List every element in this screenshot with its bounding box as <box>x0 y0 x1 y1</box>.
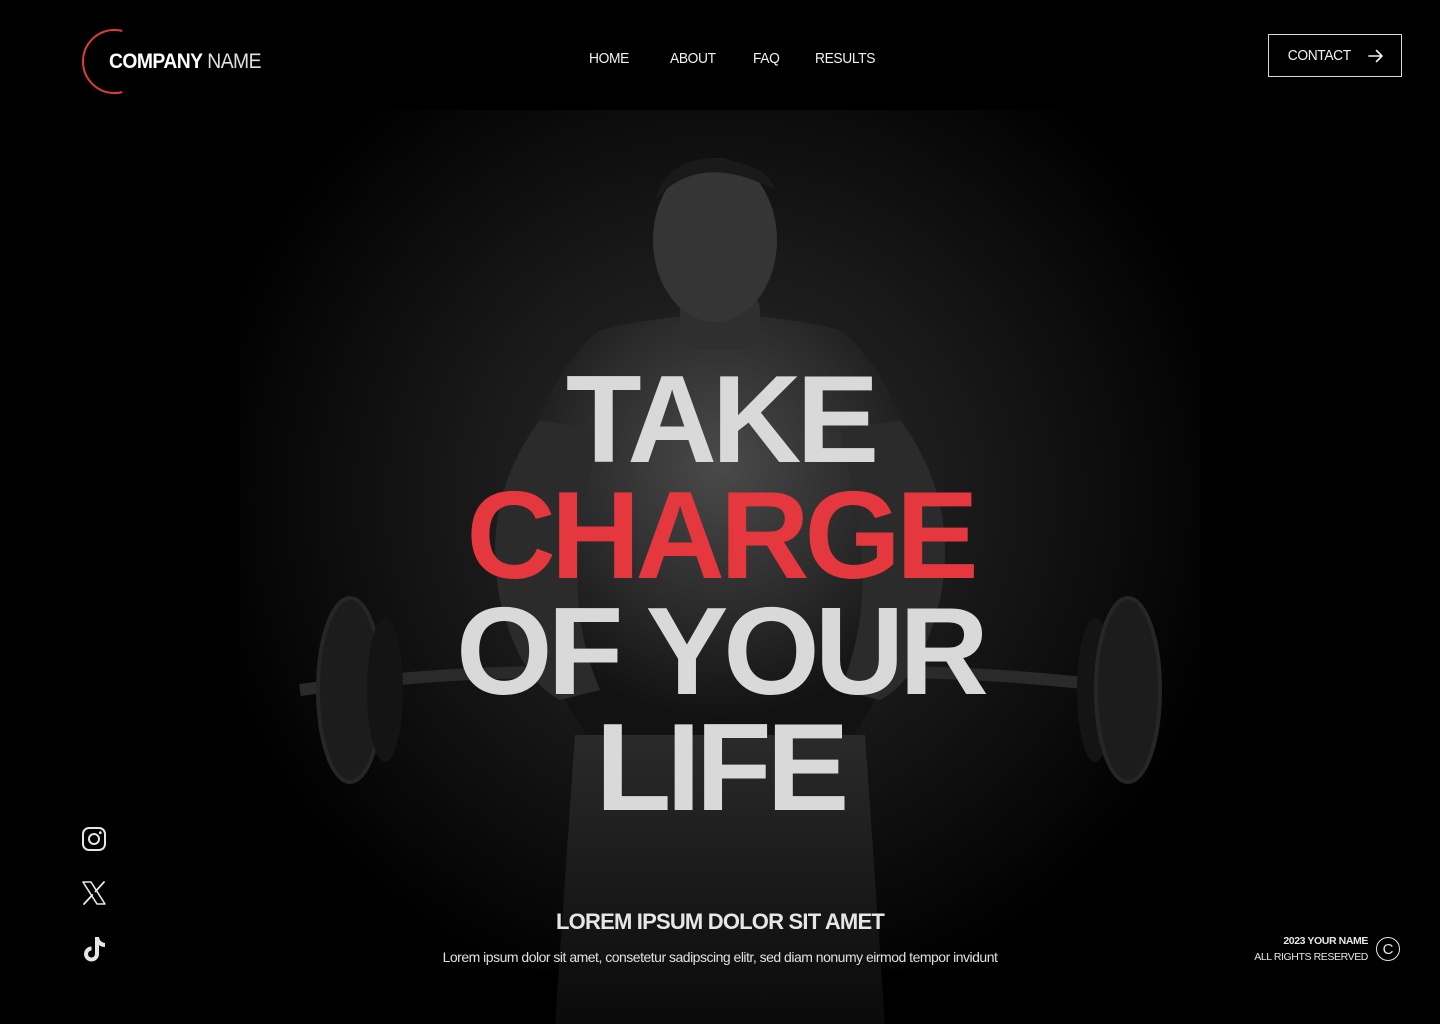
instagram-link[interactable] <box>80 825 108 853</box>
company-name-light: NAME <box>207 49 261 73</box>
copyright-rights: ALL RIGHTS RESERVED <box>1254 951 1368 963</box>
headline-line-1: TAKE <box>565 351 879 489</box>
x-link[interactable] <box>80 879 108 907</box>
nav-home[interactable]: HOME <box>589 50 629 67</box>
tiktok-link[interactable] <box>80 935 108 963</box>
instagram-icon <box>82 827 106 851</box>
headline-line-2: CHARGE <box>466 467 978 605</box>
company-name: COMPANY NAME <box>109 50 261 74</box>
hero-subtitle: LOREM IPSUM DOLOR SIT AMET <box>556 909 885 934</box>
arrow-right-icon <box>1368 49 1384 62</box>
copyright-icon: C <box>1376 937 1400 961</box>
contact-button[interactable]: CONTACT <box>1268 34 1402 77</box>
x-icon <box>82 881 106 905</box>
main-nav: HOME ABOUT FAQ RESULTS <box>589 50 880 67</box>
headline-line-3: OF YOUR <box>456 583 989 721</box>
tiktok-icon <box>84 937 105 962</box>
nav-faq[interactable]: FAQ <box>753 50 780 67</box>
nav-results[interactable]: RESULTS <box>815 50 875 67</box>
company-name-bold: COMPANY <box>109 49 203 73</box>
hero-headline: TAKE CHARGE OF YOUR LIFE <box>0 351 1440 837</box>
company-logo[interactable]: COMPANY NAME <box>82 29 274 94</box>
nav-about[interactable]: ABOUT <box>670 50 716 67</box>
copyright-text: 2023 YOUR NAME ALL RIGHTS RESERVED <box>1254 934 1368 966</box>
hero-description: Lorem ipsum dolor sit amet, consetetur s… <box>442 949 998 965</box>
contact-button-label: CONTACT <box>1287 47 1351 64</box>
headline-line-4: LIFE <box>595 699 850 837</box>
copyright-year-name: 2023 YOUR NAME <box>1283 935 1368 947</box>
